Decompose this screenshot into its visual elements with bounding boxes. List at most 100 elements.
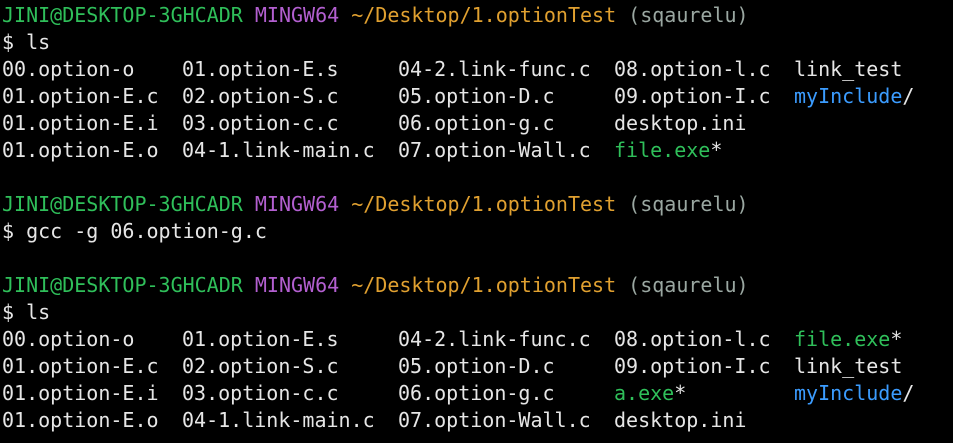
entry-name: file.exe [614, 138, 711, 162]
entry-name: myInclude [794, 381, 903, 405]
entry-name: 07.option-Wall.c [398, 138, 591, 162]
entry-name: 08.option-l.c [614, 327, 771, 351]
listing-entry: 07.option-Wall.c [398, 407, 591, 434]
entry-name: 05.option-D.c [398, 84, 555, 108]
command-line: $ gcc -g 06.option-g.c [2, 218, 953, 245]
entry-suffix: * [674, 381, 687, 405]
entry-name: 03.option-c.c [182, 111, 339, 135]
entry-name: a.exe [614, 381, 675, 405]
entry-name: 01.option-E.c [2, 354, 159, 378]
listing-row: 01.option-E.i 03.option-c.c 06.option-g.c a… [2, 380, 953, 407]
listing-entry: 04-2.link-func.c [398, 326, 591, 353]
listing-entry: desktop.ini [614, 110, 746, 137]
entry-name: 08.option-l.c [614, 57, 771, 81]
listing-entry: 04-2.link-func.c [398, 56, 591, 83]
listing-row: 01.option-E.o 04-1.link-main.c 07.option-W… [2, 407, 953, 434]
listing-entry: 07.option-Wall.c [398, 137, 591, 164]
prompt-path: ~/Desktop/1.optionTest [351, 3, 617, 27]
entry-suffix: * [890, 327, 903, 351]
entry-name: 09.option-I.c [614, 84, 771, 108]
listing-entry: link_test [794, 56, 902, 83]
listing-entry: 04-1.link-main.c [182, 137, 375, 164]
prompt-user-host: JINI@DESKTOP-3GHCADR [2, 192, 243, 216]
prompt-line: JINI@DESKTOP-3GHCADR MINGW64 ~/Desktop/1… [2, 2, 953, 29]
listing-row: 01.option-E.c 02.option-S.c 05.option-D.c 0… [2, 353, 953, 380]
listing-entry: 01.option-E.c [2, 83, 159, 110]
listing-entry: 08.option-l.c [614, 56, 771, 83]
listing-row: 00.option-o 01.option-E.s 04-2.link-func.c… [2, 56, 953, 83]
listing-entry: 01.option-E.o [2, 137, 159, 164]
listing-entry: 08.option-l.c [614, 326, 771, 353]
entry-name: file.exe [794, 327, 891, 351]
prompt-user-host: JINI@DESKTOP-3GHCADR [2, 273, 243, 297]
prompt-symbol: $ [2, 219, 15, 243]
listing-entry: file.exe* [614, 137, 722, 164]
entry-name: link_test [794, 354, 903, 378]
prompt-symbol: $ [2, 30, 15, 54]
listing-entry: 01.option-E.s [182, 56, 339, 83]
listing-entry: 00.option-o [2, 56, 134, 83]
entry-name: 01.option-E.i [2, 381, 159, 405]
listing-entry: 06.option-g.c [398, 380, 555, 407]
listing-entry: 03.option-c.c [182, 380, 339, 407]
entry-suffix: / [902, 84, 915, 108]
listing-entry: 09.option-I.c [614, 353, 771, 380]
listing-entry: 01.option-E.o [2, 407, 159, 434]
prompt-path: ~/Desktop/1.optionTest [351, 192, 617, 216]
command-text: ls [26, 300, 51, 324]
entry-name: desktop.ini [614, 408, 747, 432]
entry-name: 06.option-g.c [398, 111, 555, 135]
listing-entry: 09.option-I.c [614, 83, 771, 110]
entry-name: 00.option-o [2, 327, 135, 351]
entry-suffix: * [710, 138, 723, 162]
listing-row: 00.option-o 01.option-E.s 04-2.link-func.c… [2, 326, 953, 353]
listing-entry: link_test [794, 353, 902, 380]
command-line: $ ls [2, 299, 953, 326]
entry-name: 05.option-D.c [398, 354, 555, 378]
listing-entry: desktop.ini [614, 407, 746, 434]
listing-entry: 02.option-S.c [182, 83, 339, 110]
entry-name: link_test [794, 57, 903, 81]
listing-entry: myInclude/ [794, 83, 914, 110]
prompt-symbol: $ [2, 300, 15, 324]
listing-row: 01.option-E.i 03.option-c.c 06.option-g.c d… [2, 110, 953, 137]
listing-entry: 01.option-E.c [2, 353, 159, 380]
entry-name: 00.option-o [2, 57, 135, 81]
terminal-window[interactable]: JINI@DESKTOP-3GHCADR MINGW64 ~/Desktop/1… [0, 0, 953, 434]
entry-name: 01.option-E.i [2, 111, 159, 135]
entry-name: 01.option-E.s [182, 327, 339, 351]
prompt-branch: (sqaurelu) [628, 3, 749, 27]
entry-name: 01.option-E.c [2, 84, 159, 108]
entry-name: 01.option-E.o [2, 408, 159, 432]
listing-entry: 05.option-D.c [398, 353, 555, 380]
prompt-user-host: JINI@DESKTOP-3GHCADR [2, 3, 243, 27]
entry-name: 06.option-g.c [398, 381, 555, 405]
listing-entry: 01.option-E.i [2, 380, 159, 407]
entry-name: 01.option-E.o [2, 138, 159, 162]
entry-name: 01.option-E.s [182, 57, 339, 81]
entry-name: 07.option-Wall.c [398, 408, 591, 432]
entry-name: desktop.ini [614, 111, 747, 135]
prompt-env: MINGW64 [254, 192, 340, 216]
entry-suffix: / [902, 381, 915, 405]
command-line: $ ls [2, 29, 953, 56]
entry-name: 04-1.link-main.c [182, 408, 375, 432]
prompt-branch: (sqaurelu) [628, 273, 749, 297]
prompt-line: JINI@DESKTOP-3GHCADR MINGW64 ~/Desktop/1… [2, 272, 953, 299]
prompt-branch: (sqaurelu) [628, 192, 749, 216]
prompt-env: MINGW64 [254, 273, 340, 297]
listing-entry: 06.option-g.c [398, 110, 555, 137]
entry-name: 04-1.link-main.c [182, 138, 375, 162]
entry-name: 09.option-I.c [614, 354, 771, 378]
entry-name: 02.option-S.c [182, 84, 339, 108]
listing-row: 01.option-E.c 02.option-S.c 05.option-D.c 0… [2, 83, 953, 110]
listing-entry: a.exe* [614, 380, 686, 407]
command-text: ls [26, 30, 51, 54]
prompt-env: MINGW64 [254, 3, 340, 27]
listing-entry: 01.option-E.s [182, 326, 339, 353]
listing-entry: 02.option-S.c [182, 353, 339, 380]
entry-name: 03.option-c.c [182, 381, 339, 405]
listing-entry: 03.option-c.c [182, 110, 339, 137]
entry-name: 04-2.link-func.c [398, 327, 591, 351]
